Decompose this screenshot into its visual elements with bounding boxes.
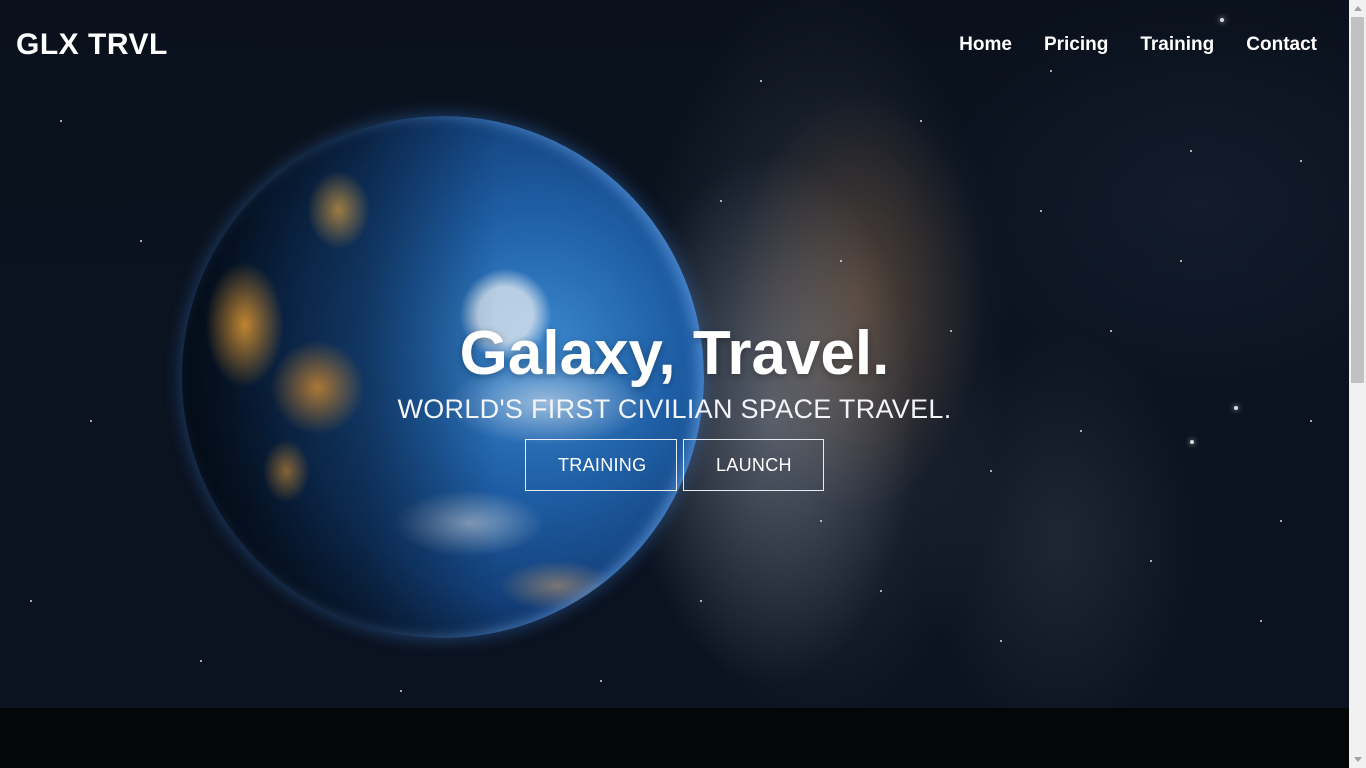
nav-link-contact[interactable]: Contact [1246, 34, 1317, 56]
brand-logo[interactable]: GLX TRVL [16, 28, 168, 62]
hero-content: Galaxy, Travel. WORLD'S FIRST CIVILIAN S… [0, 318, 1349, 491]
scrollbar-thumb[interactable] [1351, 17, 1364, 383]
training-button[interactable]: TRAINING [525, 439, 677, 491]
hero-subtitle: WORLD'S FIRST CIVILIAN SPACE TRAVEL. [397, 394, 952, 424]
page-viewport: GLX TRVL Home Pricing Training Contact G… [0, 0, 1349, 768]
hero-buttons: TRAINING LAUNCH [0, 439, 1349, 491]
lower-section [0, 708, 1349, 768]
nav-link-home[interactable]: Home [959, 34, 1012, 56]
nav-link-pricing[interactable]: Pricing [1044, 34, 1108, 56]
vertical-scrollbar[interactable] [1349, 0, 1366, 768]
hero-title: Galaxy, Travel. [459, 319, 890, 388]
chevron-down-icon[interactable] [1349, 751, 1366, 768]
main-nav: Home Pricing Training Contact [959, 34, 1317, 56]
chevron-up-icon[interactable] [1349, 0, 1366, 17]
launch-button[interactable]: LAUNCH [683, 439, 824, 491]
navbar: GLX TRVL Home Pricing Training Contact [0, 0, 1349, 96]
nav-link-training[interactable]: Training [1140, 34, 1214, 56]
